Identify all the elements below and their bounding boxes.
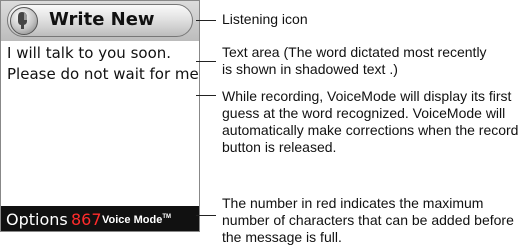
voicemode-logo: Voice ModeTM xyxy=(102,214,171,226)
leader-line-listening xyxy=(196,20,216,21)
listening-icon[interactable] xyxy=(10,7,38,35)
annotation-count: The number in red indicates the maximum … xyxy=(222,195,514,245)
remaining-char-count: 867 xyxy=(71,210,102,229)
title-bar: Write New xyxy=(1,1,199,41)
bottom-bar: Options 867 Voice ModeTM xyxy=(1,206,199,231)
leader-line-recording xyxy=(196,95,216,96)
text-area[interactable]: I will talk to you soon. Please do not w… xyxy=(7,43,199,85)
leader-line-textarea xyxy=(196,61,216,62)
brand-tm: TM xyxy=(162,214,171,220)
options-softkey[interactable]: Options xyxy=(6,210,68,229)
annotation-recording: While recording, VoiceMode will display … xyxy=(222,88,519,155)
brand-text: Voice Mode xyxy=(102,214,163,226)
annotation-textarea: Text area (The word dictated most recent… xyxy=(222,44,487,77)
microphone-icon xyxy=(18,12,27,29)
phone-screen: Write New I will talk to you soon. Pleas… xyxy=(0,0,200,232)
text-line-2: Please do not wait for me xyxy=(7,64,199,85)
annotation-listening: Listening icon xyxy=(222,11,308,27)
leader-line-count xyxy=(196,215,216,216)
screen-title: Write New xyxy=(49,9,155,30)
text-line-2-content: Please do not wait for me xyxy=(7,65,199,83)
text-line-1: I will talk to you soon. xyxy=(7,44,172,62)
